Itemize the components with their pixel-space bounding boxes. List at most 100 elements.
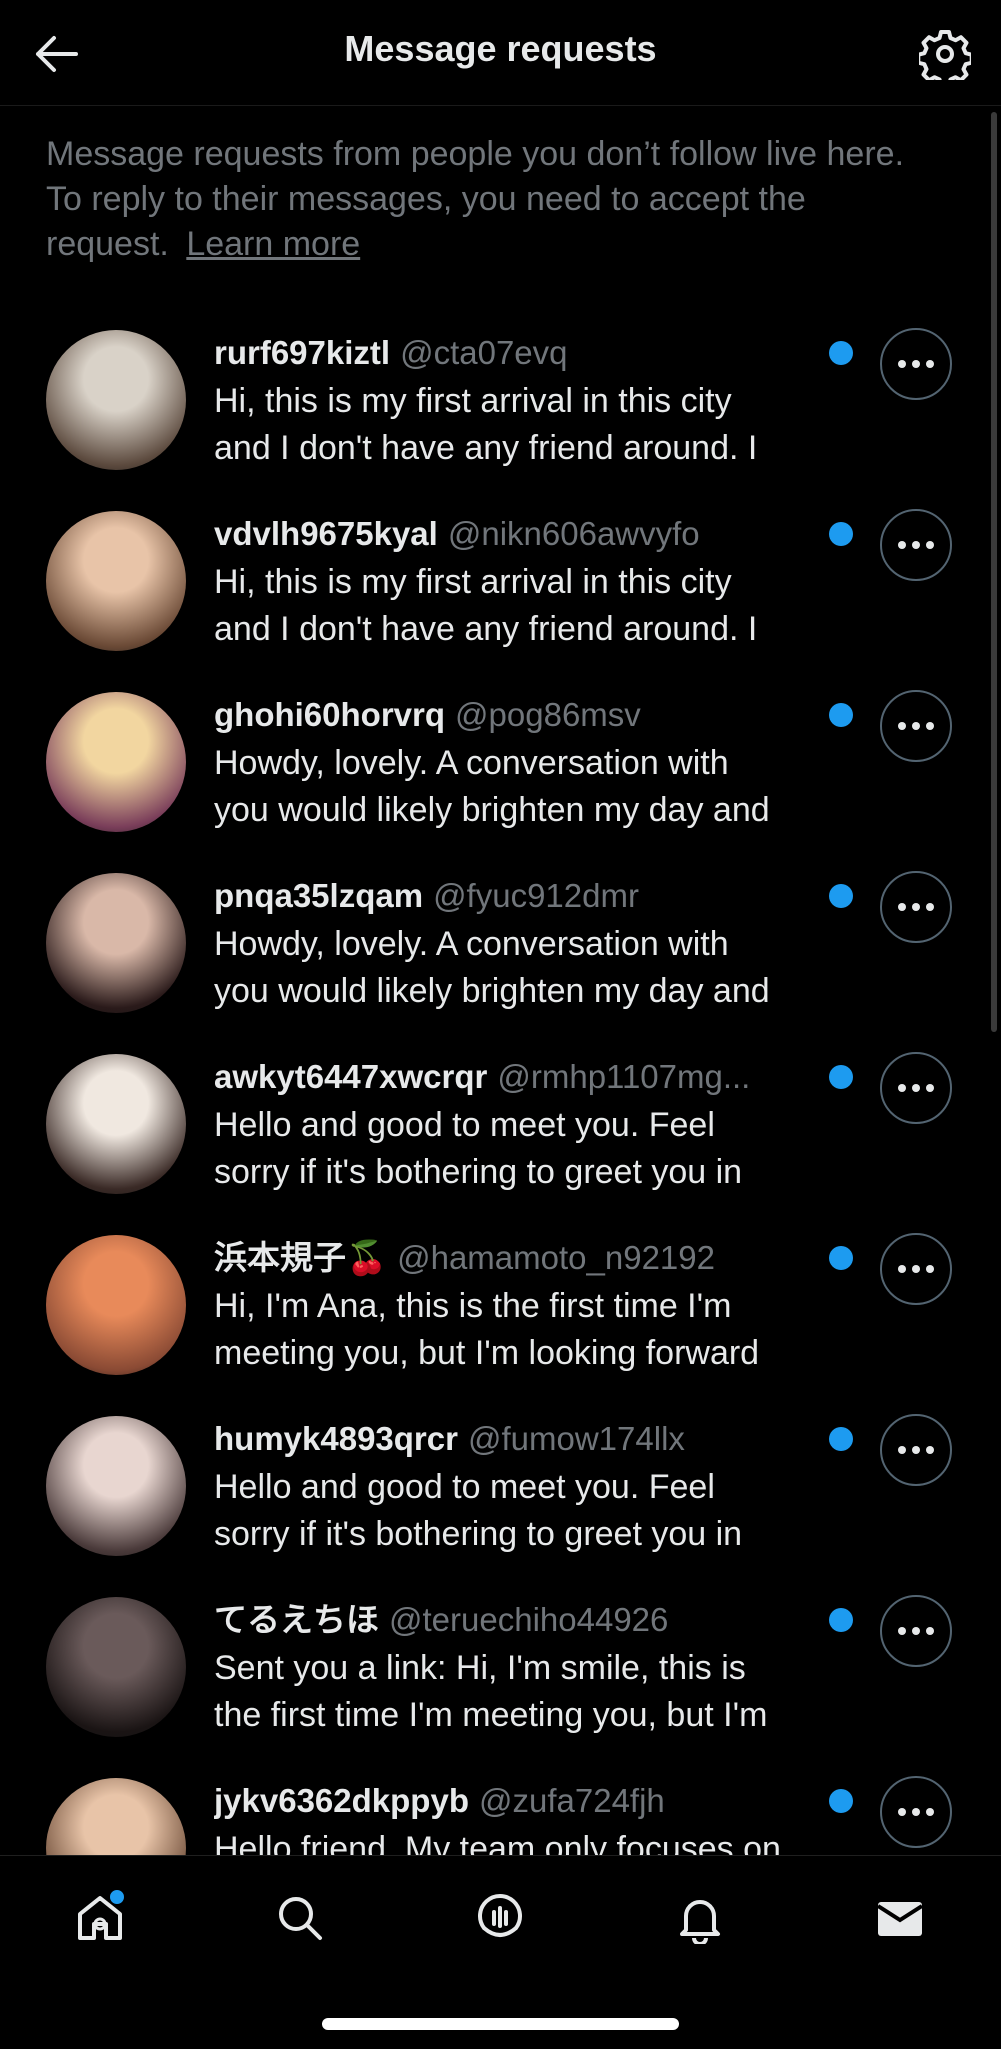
more-dot-icon xyxy=(926,722,934,730)
sender-line: ghohi60horvrq @pog86msv xyxy=(214,694,824,736)
more-dot-icon xyxy=(912,1808,920,1816)
page-title: Message requests xyxy=(344,28,657,69)
more-options-button[interactable] xyxy=(880,1414,952,1486)
unread-indicator xyxy=(829,1608,853,1632)
unread-indicator xyxy=(829,1065,853,1089)
sender-name: humyk4893qrcr xyxy=(214,1420,458,1457)
unread-indicator xyxy=(829,522,853,546)
search-icon xyxy=(279,1897,322,1940)
message-request-row[interactable]: てるえちほ @teruechiho44926 Sent you a link: H… xyxy=(0,1587,1001,1768)
nav-spaces[interactable] xyxy=(460,1878,540,1958)
message-preview: Hi, this is my first arrival in this cit… xyxy=(214,378,854,472)
more-dot-icon xyxy=(912,1627,920,1635)
preview-line-2: the first time I'm meeting you, but I'm xyxy=(214,1696,768,1734)
sender-name: 浜本規子🍒 xyxy=(214,1239,388,1276)
top-bar: Message requests xyxy=(0,0,1001,106)
sender-line: humyk4893qrcr @fumow174llx xyxy=(214,1418,824,1460)
more-dot-icon xyxy=(898,360,906,368)
more-options-button[interactable] xyxy=(880,1776,952,1848)
message-preview: Hi, this is my first arrival in this cit… xyxy=(214,559,854,653)
nav-search[interactable] xyxy=(260,1878,340,1958)
sender-line: 浜本規子🍒 @hamamoto_n92192 xyxy=(214,1237,824,1279)
message-request-row[interactable]: vdvlh9675kyal @nikn606awvyfo Hi, this is … xyxy=(0,501,1001,682)
more-dot-icon xyxy=(926,1265,934,1273)
message-preview: Howdy, lovely. A conversation with you w… xyxy=(214,740,854,834)
sender-handle: @fumow174llx xyxy=(467,1420,685,1457)
more-dot-icon xyxy=(898,1627,906,1635)
avatar[interactable] xyxy=(46,1235,186,1375)
more-dot-icon xyxy=(898,1808,906,1816)
sender-handle: @hamamoto_n92192 xyxy=(397,1239,715,1276)
message-request-row[interactable]: ghohi60horvrq @pog86msv Howdy, lovely. A … xyxy=(0,682,1001,863)
more-dot-icon xyxy=(926,1446,934,1454)
gear-icon xyxy=(919,30,971,80)
unread-indicator xyxy=(829,1427,853,1451)
message-preview: Howdy, lovely. A conversation with you w… xyxy=(214,921,854,1015)
avatar[interactable] xyxy=(46,1597,186,1737)
preview-line-1: Howdy, lovely. A conversation with xyxy=(214,744,729,782)
nav-messages[interactable] xyxy=(860,1878,940,1958)
more-options-button[interactable] xyxy=(880,1595,952,1667)
preview-line-2: you would likely brighten my day and xyxy=(214,791,770,829)
avatar[interactable] xyxy=(46,1054,186,1194)
preview-line-1: Hi, I'm Ana, this is the first time I'm xyxy=(214,1287,732,1325)
preview-line-2: sorry if it's bothering to greet you in xyxy=(214,1515,743,1553)
unread-indicator xyxy=(829,884,853,908)
home-notification-dot xyxy=(108,1888,126,1906)
more-options-button[interactable] xyxy=(880,690,952,762)
more-dot-icon xyxy=(898,1084,906,1092)
more-dot-icon xyxy=(898,722,906,730)
more-options-button[interactable] xyxy=(880,1052,952,1124)
preview-line-2: meeting you, but I'm looking forward xyxy=(214,1334,760,1372)
settings-button[interactable] xyxy=(915,24,975,84)
more-options-button[interactable] xyxy=(880,328,952,400)
info-text: Message requests from people you don’t f… xyxy=(46,132,926,267)
preview-line-1: Hi, this is my first arrival in this cit… xyxy=(214,563,732,601)
preview-line-2: you would likely brighten my day and xyxy=(214,972,770,1010)
more-dot-icon xyxy=(912,1265,920,1273)
learn-more-link[interactable]: Learn more xyxy=(186,225,360,263)
home-indicator[interactable] xyxy=(322,2018,679,2030)
message-request-row[interactable]: 浜本規子🍒 @hamamoto_n92192 Hi, I'm Ana, this … xyxy=(0,1225,1001,1406)
message-request-row[interactable]: pnqa35lzqam @fyuc912dmr Howdy, lovely. A … xyxy=(0,863,1001,1044)
more-dot-icon xyxy=(926,1084,934,1092)
more-dot-icon xyxy=(912,1446,920,1454)
sender-line: jykv6362dkppyb @zufa724fjh xyxy=(214,1780,824,1822)
preview-line-2: and I don't have any friend around. I xyxy=(214,429,758,467)
more-dot-icon xyxy=(898,903,906,911)
sender-line: vdvlh9675kyal @nikn606awvyfo xyxy=(214,513,824,555)
message-request-row[interactable]: humyk4893qrcr @fumow174llx Hello and good… xyxy=(0,1406,1001,1587)
messages-icon xyxy=(876,1902,924,1936)
sender-handle: @teruechiho44926 xyxy=(389,1601,669,1638)
preview-line-1: Sent you a link: Hi, I'm smile, this is xyxy=(214,1649,746,1687)
avatar[interactable] xyxy=(46,330,186,470)
avatar[interactable] xyxy=(46,511,186,651)
more-dot-icon xyxy=(912,722,920,730)
nav-home[interactable] xyxy=(60,1878,140,1958)
sender-name: vdvlh9675kyal xyxy=(214,515,438,552)
nav-notifications[interactable] xyxy=(660,1878,740,1958)
avatar[interactable] xyxy=(46,873,186,1013)
avatar[interactable] xyxy=(46,692,186,832)
sender-line: てるえちほ @teruechiho44926 xyxy=(214,1599,824,1641)
sender-handle: @rmhp1107mg... xyxy=(497,1058,751,1095)
preview-line-1: Hi, this is my first arrival in this cit… xyxy=(214,382,732,420)
preview-line-2: sorry if it's bothering to greet you in xyxy=(214,1153,743,1191)
message-request-row[interactable]: rurf697kiztl @cta07evq Hi, this is my fir… xyxy=(0,320,1001,501)
more-options-button[interactable] xyxy=(880,509,952,581)
sender-handle: @cta07evq xyxy=(400,334,568,371)
more-options-button[interactable] xyxy=(880,1233,952,1305)
more-dot-icon xyxy=(926,541,934,549)
more-dot-icon xyxy=(926,1627,934,1635)
more-dot-icon xyxy=(912,903,920,911)
more-dot-icon xyxy=(926,1808,934,1816)
more-dot-icon xyxy=(926,903,934,911)
unread-indicator xyxy=(829,1246,853,1270)
sender-handle: @zufa724fjh xyxy=(478,1782,665,1819)
sender-handle: @nikn606awvyfo xyxy=(447,515,700,552)
more-dot-icon xyxy=(898,1446,906,1454)
more-options-button[interactable] xyxy=(880,871,952,943)
avatar[interactable] xyxy=(46,1416,186,1556)
message-request-row[interactable]: awkyt6447xwcrqr @rmhp1107mg... Hello and … xyxy=(0,1044,1001,1225)
preview-line-1: Hello and good to meet you. Feel xyxy=(214,1468,715,1506)
